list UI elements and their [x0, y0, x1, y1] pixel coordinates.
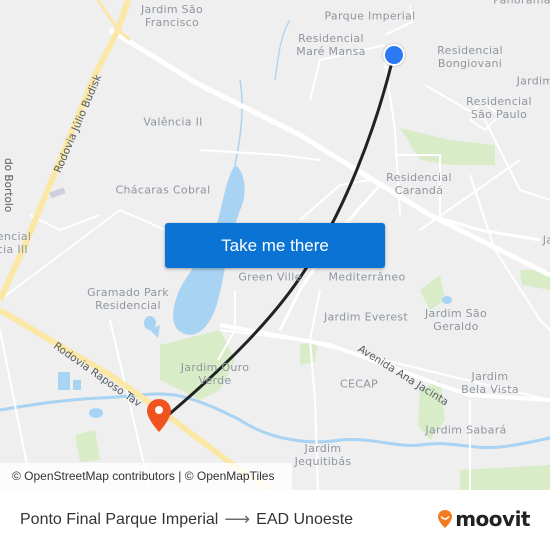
park — [400, 128, 495, 165]
neighborhood-label: Jardim Jequitibás — [294, 442, 352, 468]
take-me-there-button[interactable]: Take me there — [165, 223, 385, 268]
neighborhood-label: Green Ville — [238, 270, 302, 284]
park — [420, 275, 445, 310]
moovit-wordmark: moovit — [455, 507, 530, 531]
pin-dot — [155, 406, 163, 414]
neighborhood-label: encial cia III — [0, 230, 32, 256]
destination-marker[interactable] — [146, 398, 172, 434]
origin-name: Ponto Final Parque Imperial — [20, 510, 219, 528]
road-label: do Bortolo — [2, 158, 14, 213]
moovit-logo[interactable]: moovit — [437, 507, 530, 531]
map[interactable]: Jardim São Francisco Parque Imperial Res… — [0, 0, 550, 490]
neighborhood-label: Residencial Maré Mansa — [296, 32, 366, 58]
map-pin-icon — [147, 399, 171, 432]
neighborhood-label: CECAP — [340, 377, 378, 391]
neighborhood-label: Jardim Everest — [323, 310, 409, 324]
neighborhood-label: Gramado Park Residencial — [87, 286, 169, 312]
neighborhood-label: Residencial Carandá — [386, 171, 452, 197]
origin-marker[interactable] — [383, 44, 405, 66]
neighborhood-label: Jardim Bela Vista — [461, 370, 519, 396]
route-title: Ponto Final Parque Imperial ⟶ EAD Unoest… — [20, 509, 353, 530]
neighborhood-label: Panorama — [493, 0, 550, 7]
neighborhood-label: Ja — [542, 233, 550, 247]
neighborhood-label: Valência II — [143, 115, 203, 129]
pond — [144, 316, 156, 330]
park — [460, 465, 550, 490]
arrow-right-icon: ⟶ — [224, 509, 251, 529]
pond — [89, 408, 103, 418]
building — [49, 187, 66, 199]
destination-name: EAD Unoeste — [256, 510, 354, 528]
pond — [73, 380, 81, 390]
park — [75, 430, 100, 462]
neighborhood-label: Jardim Ouro Verde — [180, 361, 250, 387]
neighborhood-label: Residencial Bongiovani — [437, 44, 503, 70]
map-attribution[interactable]: © OpenStreetMap contributors | © OpenMap… — [0, 463, 292, 490]
neighborhood-label: Mediterrâneo — [328, 270, 406, 284]
neighborhood-label: Jardim São Geraldo — [424, 307, 488, 333]
neighborhood-label: Parque Imperial — [324, 9, 416, 23]
pond — [442, 296, 452, 304]
neighborhood-label: Jardim — [516, 74, 550, 88]
neighborhood-label: Chácaras Cobral — [115, 183, 211, 197]
stream — [274, 19, 291, 81]
neighborhood-label: Jardim Sabará — [425, 423, 507, 437]
footer: Ponto Final Parque Imperial ⟶ EAD Unoest… — [0, 490, 550, 550]
moovit-pin-icon — [438, 510, 453, 528]
neighborhood-label: Jardim São Francisco — [140, 3, 204, 29]
pond — [58, 372, 70, 390]
neighborhood-label: Residencial São Paulo — [466, 95, 532, 121]
